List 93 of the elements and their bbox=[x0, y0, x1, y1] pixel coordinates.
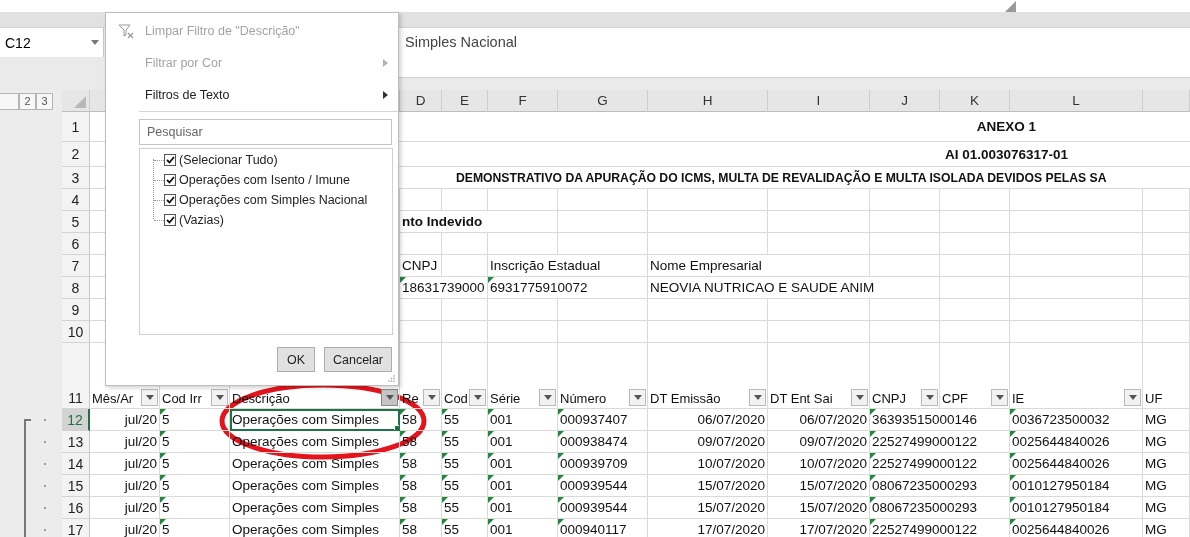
cell-text: 55 bbox=[444, 434, 460, 449]
menu-label: Limpar Filtro de "Descrição" bbox=[145, 24, 301, 38]
cell-text: MG bbox=[1145, 456, 1167, 471]
cell-text: 001 bbox=[490, 412, 513, 427]
cell-text: 15/07/2020 bbox=[697, 500, 765, 515]
column-title: Cod Irr bbox=[162, 391, 203, 406]
cell-text: jul/20 bbox=[124, 434, 157, 449]
cell-text: 5 bbox=[162, 500, 170, 515]
sheet-heading: DEMONSTRATIVO DA APURAÇÃO DO ICMS, MULTA DE REVALIDAÇÃO E MULTA ISOLADA DEVIDOS PELAS SA bbox=[456, 170, 1107, 185]
cell-text: jul/20 bbox=[124, 522, 157, 537]
cell-text: 22527499000122 bbox=[872, 522, 978, 537]
column-title: UF bbox=[1145, 391, 1164, 406]
cell-text: Operações com Simples bbox=[232, 478, 380, 493]
column-title: DT Emissão bbox=[650, 391, 722, 406]
cell-text: 0010127950184 bbox=[1012, 500, 1110, 515]
cell-text: 001 bbox=[490, 522, 513, 537]
cell-text: 09/07/2020 bbox=[697, 434, 765, 449]
cell-text: jul/20 bbox=[124, 456, 157, 471]
column-title: CNPJ bbox=[872, 391, 907, 406]
cell-text: 58 bbox=[402, 412, 418, 427]
sheet-title: AI 01.003076317-01 bbox=[944, 146, 1069, 162]
cell-text: 5 bbox=[162, 478, 170, 493]
cell-text: jul/20 bbox=[124, 500, 157, 515]
cell-text: 000938474 bbox=[560, 434, 628, 449]
cell-text: 06/07/2020 bbox=[799, 412, 867, 427]
cell-text: Operações com Simples bbox=[232, 500, 380, 515]
cell-text: 0036723500032 bbox=[1012, 412, 1110, 427]
cell-text: 17/07/2020 bbox=[799, 522, 867, 537]
cell-text: MG bbox=[1145, 500, 1167, 515]
cell-text: 08067235000293 bbox=[872, 478, 978, 493]
cell-text: 001 bbox=[490, 456, 513, 471]
cell-text: 58 bbox=[402, 478, 418, 493]
cell-text: 000939709 bbox=[560, 456, 628, 471]
cell-text: 5 bbox=[162, 522, 170, 537]
cell-text: 10/07/2020 bbox=[799, 456, 867, 471]
cell-text: 0025644840026 bbox=[1012, 522, 1110, 537]
cell-text: 000937407 bbox=[560, 412, 628, 427]
menu-label: Filtros de Texto bbox=[145, 88, 231, 102]
cell-text: 000939544 bbox=[560, 478, 628, 493]
cell-text: 5 bbox=[162, 434, 170, 449]
cell-text: nto Indevido bbox=[402, 214, 483, 229]
cell-text: 10/07/2020 bbox=[697, 456, 765, 471]
cell-text: jul/20 bbox=[124, 412, 157, 427]
sheet-title: ANEXO 1 bbox=[976, 119, 1037, 134]
cell-text: 001 bbox=[490, 434, 513, 449]
cell-text: 000940117 bbox=[560, 522, 627, 537]
cell-text: MG bbox=[1145, 412, 1167, 427]
cell-text: 55 bbox=[444, 522, 460, 537]
cell-text: 36393515000146 bbox=[872, 412, 978, 427]
cell-text: 5 bbox=[162, 456, 170, 471]
cell-text: Nome Empresarial bbox=[650, 258, 762, 273]
cell-text: 58 bbox=[402, 500, 418, 515]
cell-text: MG bbox=[1145, 478, 1167, 493]
column-title: CPF bbox=[942, 391, 969, 406]
cell-text: 55 bbox=[444, 500, 460, 515]
cell-text: 001 bbox=[490, 478, 513, 493]
cell-text: 15/07/2020 bbox=[799, 478, 867, 493]
cell-text: MG bbox=[1145, 522, 1167, 537]
cell-text: 0025644840026 bbox=[1012, 456, 1110, 471]
cell-text: 58 bbox=[402, 456, 418, 471]
cell-text: 22527499000122 bbox=[872, 456, 978, 471]
cell-text: 58 bbox=[402, 522, 418, 537]
cell-text: 001 bbox=[490, 500, 513, 515]
cell-text: 55 bbox=[444, 456, 460, 471]
cell-text: Operações com Simples bbox=[232, 456, 380, 471]
column-title: Série bbox=[490, 391, 522, 406]
cell-text: 06/07/2020 bbox=[697, 412, 765, 427]
cell-text: 55 bbox=[444, 478, 460, 493]
column-title: Número bbox=[560, 391, 608, 406]
cell-text: 09/07/2020 bbox=[799, 434, 867, 449]
column-title: Cod bbox=[444, 391, 467, 406]
cell-text: 17/07/2020 bbox=[697, 522, 765, 537]
cell-text: 08067235000293 bbox=[872, 500, 978, 515]
cell-text: 55 bbox=[444, 412, 460, 427]
column-title: IE bbox=[1012, 391, 1026, 406]
cell-text: 0010127950184 bbox=[1012, 478, 1110, 493]
cell-text: 6931775910072 bbox=[490, 280, 588, 295]
cell-text: jul/20 bbox=[124, 478, 157, 493]
cell-text: 15/07/2020 bbox=[697, 478, 765, 493]
cell-text: 15/07/2020 bbox=[799, 500, 867, 515]
cell-text: 5 bbox=[162, 412, 170, 427]
cell-text: 000939544 bbox=[560, 500, 628, 515]
cell-text: Operações com Simples bbox=[232, 412, 380, 427]
cell-text: Operações com Simples bbox=[232, 522, 380, 537]
cell-text: 22527499000122 bbox=[872, 434, 978, 449]
cell-text: MG bbox=[1145, 434, 1167, 449]
cell-reference: C12 bbox=[5, 34, 31, 51]
cell-text: 0025644840026 bbox=[1012, 434, 1110, 449]
menu-label: Filtrar por Cor bbox=[145, 56, 224, 70]
column-title: DT Ent Sai bbox=[770, 391, 834, 406]
cell-text: Inscrição Estadual bbox=[490, 258, 601, 273]
column-title: Mês/Ar bbox=[92, 391, 135, 406]
cell-text: NEOVIA NUTRICAO E SAUDE ANIM bbox=[650, 280, 875, 295]
